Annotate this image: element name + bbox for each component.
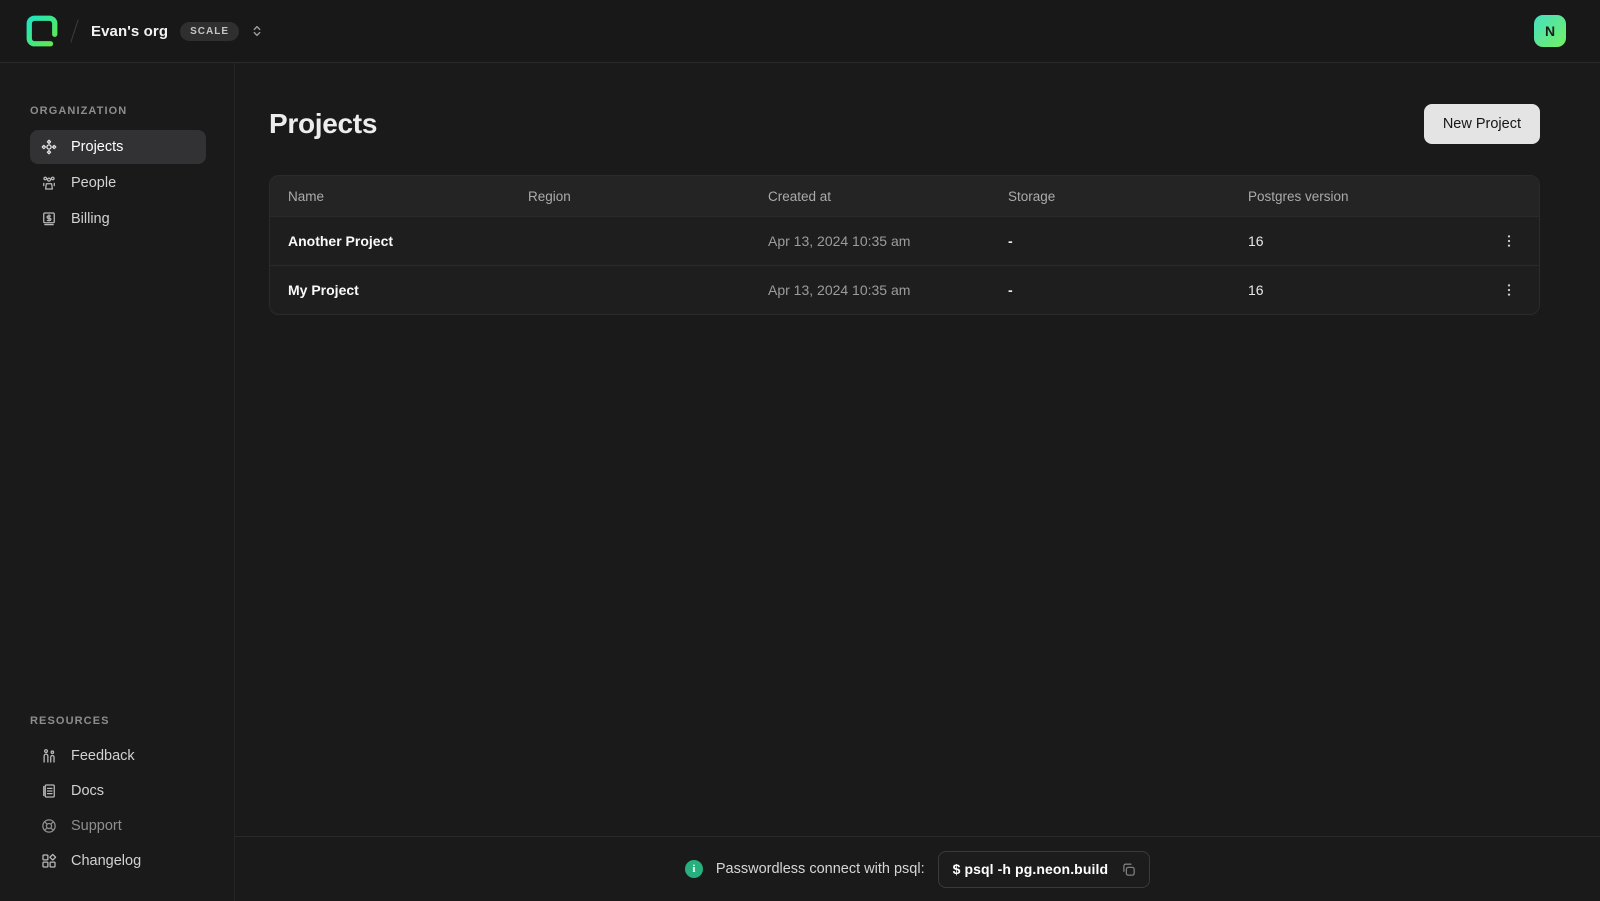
copy-command-button[interactable]: [1120, 861, 1137, 878]
org-switcher[interactable]: Evan's org SCALE: [91, 22, 265, 41]
sidebar-item-docs[interactable]: Docs: [30, 774, 206, 808]
sidebar-item-projects[interactable]: Projects: [30, 130, 206, 164]
app-shell: ORGANIZATION Projects: [0, 63, 1600, 901]
chevron-up-down-icon: [249, 23, 265, 39]
people-icon: [40, 174, 58, 192]
column-header-region: Region: [528, 189, 768, 204]
sidebar-section-organization: ORGANIZATION: [30, 105, 234, 117]
psql-connect-message: Passwordless connect with psql:: [716, 861, 925, 877]
sidebar-item-label: Feedback: [71, 748, 135, 764]
sidebar-item-feedback[interactable]: Feedback: [30, 739, 206, 773]
project-name-cell[interactable]: My Project: [288, 282, 528, 298]
kebab-menu-icon: [1501, 282, 1517, 298]
sidebar-resources-group: RESOURCES Feedback: [0, 715, 234, 879]
row-actions-menu-button[interactable]: [1497, 278, 1521, 302]
psql-connect-footer: i Passwordless connect with psql: $ psql…: [235, 836, 1600, 901]
created-at-cell: Apr 13, 2024 10:35 am: [768, 282, 1008, 298]
info-icon: i: [685, 860, 703, 878]
page-title: Projects: [269, 108, 377, 140]
table-row[interactable]: Another Project Apr 13, 2024 10:35 am - …: [270, 216, 1539, 265]
topbar: Evan's org SCALE N: [0, 0, 1600, 63]
psql-command-box[interactable]: $ psql -h pg.neon.build: [938, 851, 1151, 888]
support-icon: [40, 817, 58, 835]
project-name-cell[interactable]: Another Project: [288, 233, 528, 249]
billing-icon: [40, 210, 58, 228]
storage-cell: -: [1008, 282, 1248, 298]
column-header-name: Name: [288, 189, 528, 204]
sidebar-item-label: Support: [71, 818, 122, 834]
changelog-icon: [40, 852, 58, 870]
sidebar-item-label: People: [71, 175, 116, 191]
storage-cell: -: [1008, 233, 1248, 249]
column-header-postgres-version: Postgres version: [1248, 189, 1497, 204]
new-project-button[interactable]: New Project: [1424, 104, 1540, 144]
copy-icon: [1120, 861, 1137, 878]
neon-logo[interactable]: [24, 13, 60, 49]
table-row[interactable]: My Project Apr 13, 2024 10:35 am - 16: [270, 265, 1539, 314]
projects-table: Name Region Created at Storage Postgres …: [269, 175, 1540, 315]
breadcrumb-slash: [70, 19, 78, 42]
sidebar-item-label: Changelog: [71, 853, 141, 869]
sidebar-section-resources: RESOURCES: [30, 715, 234, 727]
sidebar-item-label: Billing: [71, 211, 110, 227]
column-header-created-at: Created at: [768, 189, 1008, 204]
column-header-storage: Storage: [1008, 189, 1248, 204]
sidebar-item-people[interactable]: People: [30, 166, 206, 200]
docs-icon: [40, 782, 58, 800]
org-name: Evan's org: [91, 23, 168, 40]
sidebar-item-label: Projects: [71, 139, 123, 155]
user-avatar[interactable]: N: [1534, 15, 1566, 47]
sidebar-item-support[interactable]: Support: [30, 809, 206, 843]
neon-logo-icon: [25, 14, 59, 48]
postgres-version-cell: 16: [1248, 282, 1497, 298]
projects-icon: [40, 138, 58, 156]
main-area: Projects New Project Name Region Created…: [235, 63, 1600, 901]
table-header-row: Name Region Created at Storage Postgres …: [270, 176, 1539, 216]
org-switcher-chevrons-button[interactable]: [249, 23, 265, 39]
row-actions-menu-button[interactable]: [1497, 229, 1521, 253]
created-at-cell: Apr 13, 2024 10:35 am: [768, 233, 1008, 249]
psql-command-text: $ psql -h pg.neon.build: [953, 861, 1109, 877]
sidebar-item-changelog[interactable]: Changelog: [30, 844, 206, 878]
sidebar-item-label: Docs: [71, 783, 104, 799]
main-content: Projects New Project Name Region Created…: [235, 63, 1600, 836]
sidebar: ORGANIZATION Projects: [0, 63, 235, 901]
kebab-menu-icon: [1501, 233, 1517, 249]
sidebar-item-billing[interactable]: Billing: [30, 202, 206, 236]
title-row: Projects New Project: [269, 104, 1540, 144]
postgres-version-cell: 16: [1248, 233, 1497, 249]
feedback-icon: [40, 747, 58, 765]
plan-badge: SCALE: [180, 22, 239, 41]
